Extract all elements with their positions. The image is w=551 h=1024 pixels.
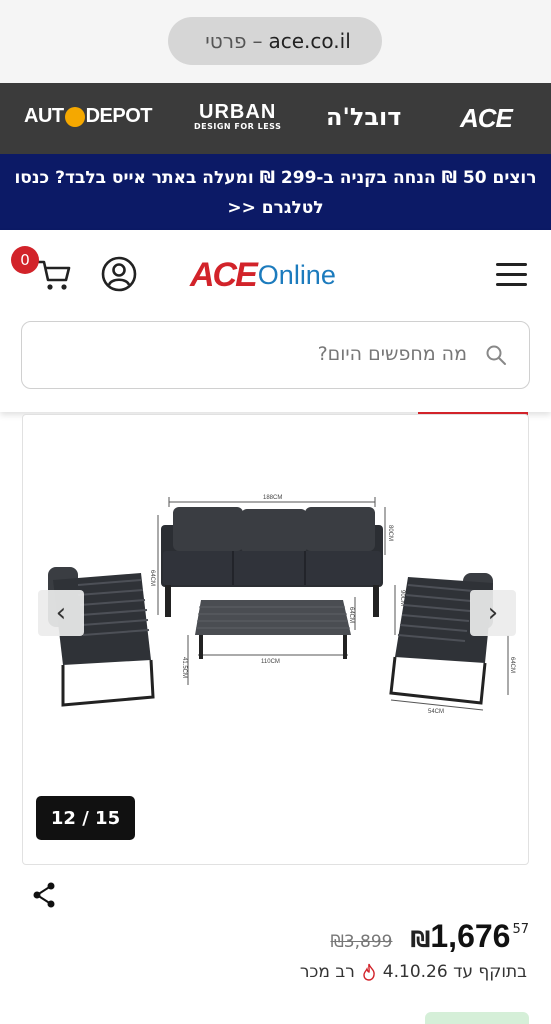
dimension-label: 64CM — [509, 657, 515, 673]
dimension-label: 64CM — [149, 570, 155, 586]
browser-url-area: ace.co.il – פרטי — [0, 0, 551, 83]
bestseller-tag: רב מכר — [299, 962, 355, 982]
share-icon[interactable] — [32, 882, 56, 908]
url-domain: ace.co.il — [268, 29, 351, 53]
price-old: ₪3,899 — [330, 932, 393, 952]
urban-name: URBAN — [199, 101, 277, 123]
logo-ace: ACE — [190, 255, 258, 294]
validity-text: בתוקף עד 4.10.26 — [382, 962, 527, 982]
price-currency: ₪ — [410, 928, 431, 953]
brand-auto-depot[interactable]: AUT DEPOT — [24, 105, 153, 128]
ace-online-logo[interactable]: ACE Online — [190, 255, 350, 295]
brand-ace[interactable]: ACE — [460, 103, 513, 134]
add-to-cart-button-edge[interactable] — [425, 1012, 529, 1024]
hamburger-menu-icon[interactable] — [496, 263, 527, 287]
search-bar[interactable]: מה מחפשים היום? — [21, 321, 530, 389]
url-title: פרטי — [205, 29, 247, 53]
dimension-label: 64CM — [348, 607, 354, 623]
user-account-icon[interactable] — [101, 256, 137, 292]
validity-row: בתוקף עד 4.10.26 רב מכר — [300, 962, 527, 982]
logo-online: Online — [257, 259, 336, 290]
price-main: 1,676 — [430, 918, 511, 954]
auto-depot-o-icon — [64, 106, 85, 127]
dimension-label: 188CM — [263, 495, 282, 501]
gallery-prev-button[interactable]: ‹ — [38, 590, 84, 636]
brand-urban[interactable]: URBAN DESIGN FOR LESS — [194, 101, 281, 131]
url-bar[interactable]: ace.co.il – פרטי — [168, 17, 382, 65]
product-image[interactable]: 188CM 64CM 80CM 64CM 110CM 41.5CM 54CM 9… — [23, 485, 529, 785]
dimension-label: 80CM — [387, 525, 393, 541]
search-placeholder: מה מחפשים היום? — [317, 343, 467, 365]
gallery-counter: 12 / 15 — [36, 796, 135, 840]
auto-depot-pre: AUT — [24, 105, 64, 127]
price-cents: 57 — [512, 922, 529, 937]
cart-count-badge: 0 — [11, 246, 39, 274]
cart-icon[interactable] — [36, 258, 72, 292]
promo-text: רוצים 50 ₪ הנחה בקניה ב-299 ₪ ומעלה באתר… — [14, 168, 537, 218]
flame-icon — [363, 963, 375, 981]
gallery-next-button[interactable]: › — [470, 590, 516, 636]
product-gallery: 188CM 64CM 80CM 64CM 110CM 41.5CM 54CM 9… — [22, 414, 529, 865]
dimension-label: 110CM — [261, 659, 280, 665]
search-icon — [486, 345, 506, 365]
brand-dubal[interactable]: דובל'ה — [326, 103, 401, 131]
dimension-label: 54CM — [428, 709, 444, 715]
brand-strip: AUT DEPOT URBAN DESIGN FOR LESS דובל'ה A… — [0, 83, 551, 154]
promo-banner[interactable]: רוצים 50 ₪ הנחה בקניה ב-299 ₪ ומעלה באתר… — [0, 154, 551, 230]
price-row: 57 1,676 ₪ ₪3,899 — [330, 918, 529, 955]
auto-depot-post: DEPOT — [85, 105, 153, 127]
urban-tagline: DESIGN FOR LESS — [194, 122, 282, 131]
url-separator: – — [252, 29, 263, 53]
dimension-label: 41.5CM — [181, 657, 187, 678]
